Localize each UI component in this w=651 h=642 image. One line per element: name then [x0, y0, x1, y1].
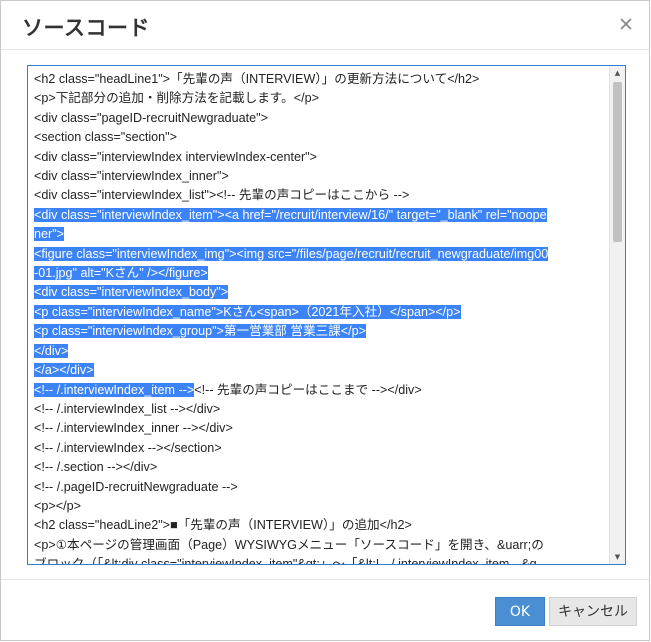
close-x-glyph [620, 18, 632, 30]
code-text: <div class="interviewIndex_list"><!-- 先輩… [34, 188, 410, 203]
code-line: </div> [34, 342, 610, 361]
code-text: <!-- /.interviewIndex_inner --></div> [34, 421, 233, 436]
code-line: <p class="interviewIndex_name">Kさん<span>… [34, 303, 610, 322]
code-text: <div class="interviewIndex interviewInde… [34, 149, 317, 164]
code-line: <!-- /.interviewIndex_item --><!-- 先輩の声コ… [34, 381, 610, 400]
code-line: <p>下記部分の追加・削除方法を記載します。</p> [34, 89, 610, 108]
code-line: <div class="interviewIndex_list"><!-- 先輩… [34, 186, 610, 205]
code-line: <div class="pageID-recruitNewgraduate"> [34, 109, 610, 128]
code-line: ner"> [34, 225, 610, 244]
selected-code-text: </a></div> [34, 363, 94, 378]
code-line: <!-- /.section --></div> [34, 458, 610, 477]
vertical-scrollbar[interactable]: ▲ ▼ [609, 66, 625, 564]
code-line: <p></p> [34, 497, 610, 516]
code-content[interactable]: <h2 class="headLine1">「先輩の声（INTERVIEW）」の… [34, 70, 610, 565]
code-line: <p class="interviewIndex_group">第一営業部 営業… [34, 322, 610, 341]
source-code-dialog: ソースコード <h2 class="headLine1">「先輩の声（INTER… [0, 0, 650, 641]
selected-code-text: <!-- /.interviewIndex_item --> [34, 382, 195, 397]
code-text: <p></p> [34, 498, 81, 513]
close-icon[interactable] [617, 15, 635, 33]
selected-code-text: <p class="interviewIndex_group">第一営業部 営業… [34, 324, 366, 339]
code-text: <!-- /.section --></div> [34, 460, 158, 475]
code-line: <div class="interviewIndex interviewInde… [34, 148, 610, 167]
code-text: <h2 class="headLine1">「先輩の声（INTERVIEW）」の… [34, 72, 480, 86]
selected-code-text: <div class="interviewIndex_body"> [34, 285, 229, 300]
code-text: <!-- /.interviewIndex --></section> [34, 440, 222, 455]
code-text: <p>下記部分の追加・削除方法を記載します。</p> [34, 91, 319, 106]
code-line: -01.jpg" alt="Kさん" /></figure> [34, 264, 610, 283]
scrollbar-thumb[interactable] [613, 82, 622, 242]
code-line: </a></div> [34, 361, 610, 380]
code-line: <h2 class="headLine2">■「先輩の声（INTERVIEW）」… [34, 516, 610, 535]
dialog-header: ソースコード [1, 1, 649, 50]
code-line: <h2 class="headLine1">「先輩の声（INTERVIEW）」の… [34, 70, 610, 89]
code-text: <!-- /.pageID-recruitNewgraduate --> [34, 479, 238, 494]
code-text: <!-- /.interviewIndex_list --></div> [34, 401, 221, 416]
selected-code-text: <p class="interviewIndex_name">Kさん<span>… [34, 304, 461, 319]
selected-code-text: ner"> [34, 227, 65, 242]
code-line: <figure class="interviewIndex_img"><img … [34, 245, 610, 264]
selected-code-text: </div> [34, 343, 69, 358]
code-text: <section class="section"> [34, 130, 178, 145]
source-code-textarea[interactable]: <h2 class="headLine1">「先輩の声（INTERVIEW）」の… [27, 65, 626, 565]
code-line: <!-- /.interviewIndex_inner --></div> [34, 419, 610, 438]
code-text: <div class="interviewIndex_inner"> [34, 169, 229, 184]
code-text: ブロック（「&lt;div class="interviewIndex_item… [34, 557, 537, 565]
code-text: <div class="pageID-recruitNewgraduate"> [34, 110, 268, 125]
selected-code-text: <div class="interviewIndex_item"><a href… [34, 207, 547, 222]
code-line: <!-- /.interviewIndex_list --></div> [34, 400, 610, 419]
code-text: <!-- 先輩の声コピーはここまで --></div> [194, 382, 422, 397]
selected-code-text: <figure class="interviewIndex_img"><img … [34, 246, 549, 261]
code-line: <div class="interviewIndex_body"> [34, 283, 610, 302]
scroll-up-icon[interactable]: ▲ [610, 66, 625, 80]
cancel-button[interactable]: キャンセル [549, 597, 637, 626]
code-text: <h2 class="headLine2">■「先輩の声（INTERVIEW）」… [34, 518, 412, 533]
code-line: <!-- /.pageID-recruitNewgraduate --> [34, 478, 610, 497]
code-line: <div class="interviewIndex_inner"> [34, 167, 610, 186]
ok-button[interactable]: OK [495, 597, 545, 626]
code-line: <div class="interviewIndex_item"><a href… [34, 206, 610, 225]
code-line: ブロック（「&lt;div class="interviewIndex_item… [34, 555, 610, 565]
dialog-title: ソースコード [22, 16, 150, 40]
code-line: <section class="section"> [34, 128, 610, 147]
selected-code-text: -01.jpg" alt="Kさん" /></figure> [34, 266, 208, 281]
code-text: <p>①本ページの管理画面（Page）WYSIWYGメニュー「ソースコード」を開… [34, 537, 544, 552]
scroll-down-icon[interactable]: ▼ [610, 550, 625, 564]
code-line: <p>①本ページの管理画面（Page）WYSIWYGメニュー「ソースコード」を開… [34, 536, 610, 555]
code-line: <!-- /.interviewIndex --></section> [34, 439, 610, 458]
